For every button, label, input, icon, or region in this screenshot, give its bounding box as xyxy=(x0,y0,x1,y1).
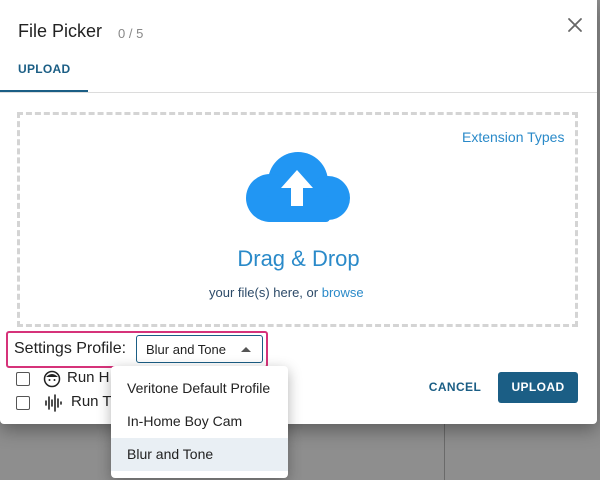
menu-item-blur-and-tone[interactable]: Blur and Tone xyxy=(111,438,288,471)
audio-waveform-icon xyxy=(45,394,62,412)
run-h-checkbox[interactable] xyxy=(16,372,30,386)
browse-link[interactable]: browse xyxy=(322,285,364,300)
background-divider xyxy=(444,424,445,480)
file-picker-dialog: File Picker 0 / 5 UPLOAD Extension Types… xyxy=(0,0,597,424)
tab-divider xyxy=(0,92,597,93)
close-button[interactable] xyxy=(564,14,586,36)
settings-profile-label: Settings Profile: xyxy=(14,340,127,357)
settings-profile-menu: Veritone Default Profile In-Home Boy Cam… xyxy=(111,366,288,478)
face-icon xyxy=(43,370,61,388)
dialog-title: File Picker xyxy=(18,21,103,41)
menu-item-veritone-default-profile[interactable]: Veritone Default Profile xyxy=(111,372,288,405)
run-t-checkbox[interactable] xyxy=(16,396,30,410)
cloud-upload-icon xyxy=(246,152,350,222)
drag-drop-subtitle-text: your file(s) here, or xyxy=(209,285,319,300)
menu-item-in-home-boy-cam[interactable]: In-Home Boy Cam xyxy=(111,405,288,438)
tab-upload[interactable]: UPLOAD xyxy=(0,52,88,92)
upload-button[interactable]: UPLOAD xyxy=(498,372,578,403)
file-count: 0 / 5 xyxy=(118,26,144,41)
extension-types-link[interactable]: Extension Types xyxy=(462,129,564,145)
run-t-label: Run T xyxy=(71,393,112,410)
cancel-button[interactable]: CANCEL xyxy=(420,372,490,402)
drag-drop-subtitle: your file(s) here, or browse xyxy=(209,285,364,300)
caret-up-icon xyxy=(241,347,251,352)
run-h-label: Run H xyxy=(67,369,110,386)
settings-profile-value: Blur and Tone xyxy=(146,342,226,357)
tab-upload-label: UPLOAD xyxy=(18,62,71,76)
drag-drop-title: Drag & Drop xyxy=(237,246,360,271)
close-icon xyxy=(568,18,582,32)
settings-profile-select[interactable]: Blur and Tone xyxy=(136,335,263,363)
